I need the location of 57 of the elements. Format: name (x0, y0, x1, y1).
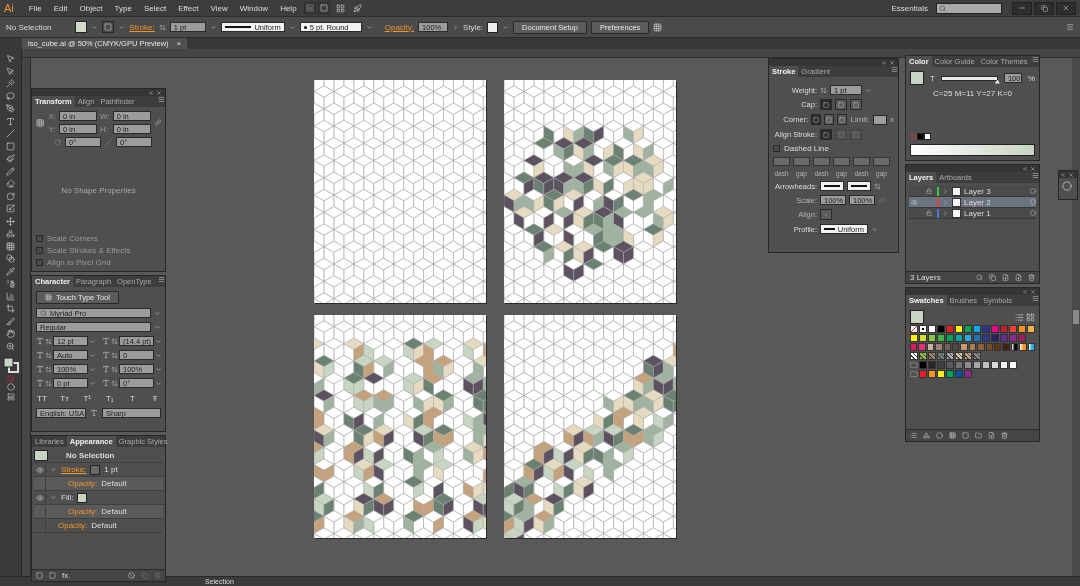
appearance-row[interactable]: Opacity: Default (34, 505, 163, 519)
opacity-link[interactable]: Opacity: (384, 22, 415, 32)
layer-name: Layer 2 (964, 197, 992, 207)
app-logo: Ai (4, 2, 14, 14)
layer-row[interactable]: Layer 2 (909, 197, 1036, 208)
color-readout: C=25 M=11 Y=27 K=0 (933, 89, 1012, 98)
checkbox-label: Scale Strokes & Effects (47, 246, 131, 255)
appearance-row[interactable]: Opacity: Default (34, 477, 163, 491)
limit-unit: x (890, 115, 894, 124)
layer-name: Layer 1 (964, 208, 992, 218)
menu-item[interactable]: Help (275, 1, 302, 15)
limit-label: Limit: (850, 115, 870, 124)
tab-close[interactable]: × (176, 39, 182, 48)
menu-item[interactable]: Window (234, 1, 274, 15)
field-label: H: (100, 124, 109, 134)
percent-label: % (1027, 73, 1035, 83)
selection-status: No Selection (6, 22, 52, 32)
opacity-link[interactable]: Opacity: (68, 507, 98, 516)
style-label: Style: (463, 22, 484, 32)
type-style-button[interactable]: T₁ (103, 392, 116, 404)
stroke-value: 1 pt (104, 465, 118, 474)
menu-item[interactable]: Select (138, 1, 172, 15)
field-label: X: (48, 111, 56, 121)
workspace-switcher[interactable]: Essentials (891, 3, 928, 13)
menu-item[interactable]: Edit (48, 1, 73, 15)
checkbox-label: Scale Corners (47, 234, 98, 243)
opacity-value: Default (101, 479, 127, 488)
menu-item[interactable]: View (205, 1, 233, 15)
layer-row[interactable]: Layer 3 (909, 186, 1036, 197)
type-style-button[interactable]: Ŧ (148, 392, 161, 404)
opacity-value: Default (91, 521, 117, 530)
opacity-link[interactable]: Opacity: (68, 479, 98, 488)
stroke-link[interactable]: Stroke: (129, 22, 155, 32)
layer-count: 3 Layers (910, 273, 941, 282)
appearance-row[interactable]: Stroke: 1 pt (34, 463, 163, 477)
field-label: W: (100, 111, 110, 121)
stroke-link[interactable]: Stroke: (61, 465, 87, 474)
menu-item[interactable]: Effect (173, 1, 204, 15)
layer-row[interactable]: Layer 1 (909, 208, 1036, 219)
type-style-button[interactable]: Tт (58, 392, 71, 404)
menu-item[interactable]: Type (109, 1, 137, 15)
opacity-value: Default (101, 507, 127, 516)
fill-label: Fill: (61, 493, 74, 502)
appearance-header: No Selection (66, 451, 115, 460)
type-style-button[interactable]: T (126, 392, 139, 404)
menu-item[interactable]: Object (74, 1, 108, 15)
type-style-button[interactable]: T¹ (81, 392, 94, 404)
empty-message: No Shape Properties (61, 186, 136, 195)
opacity-link[interactable]: Opacity: (58, 521, 88, 530)
tint-label: T (930, 73, 935, 83)
appearance-row[interactable]: Opacity: Default (34, 519, 163, 533)
fx-button[interactable]: fx. (62, 571, 71, 580)
type-style-button[interactable]: TT (36, 392, 48, 404)
appearance-row[interactable]: Fill: (34, 491, 163, 505)
layer-name: Layer 3 (964, 186, 992, 196)
menu-item[interactable]: File (23, 1, 47, 15)
dashed-line-label: Dashed Line (784, 144, 829, 153)
